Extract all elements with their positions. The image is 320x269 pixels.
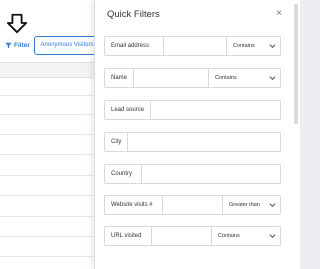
table-row[interactable] xyxy=(0,96,94,115)
lead-source-input[interactable] xyxy=(150,101,281,119)
filter-label-city: City xyxy=(111,139,122,145)
country-input[interactable] xyxy=(141,165,281,183)
email-address-input[interactable] xyxy=(163,37,226,55)
chevron-down-icon xyxy=(269,76,276,81)
filter-label-website-visits: Website visits # xyxy=(111,202,153,208)
website-visits-operator-value: Greater than xyxy=(229,202,260,208)
name-input[interactable] xyxy=(133,69,208,87)
table-row[interactable] xyxy=(0,135,94,155)
panel-scrollbar[interactable] xyxy=(294,4,298,124)
filter-label-country: Country xyxy=(111,171,133,177)
chevron-down-icon xyxy=(269,234,276,239)
table-row[interactable] xyxy=(0,217,94,237)
city-input[interactable] xyxy=(127,133,281,151)
filter-label-email-address: Email address xyxy=(111,43,150,49)
anonymous-visitors-button[interactable]: Anonymous Visitors xyxy=(34,36,100,55)
chevron-down-icon xyxy=(269,44,276,49)
panel-title: Quick Filters xyxy=(107,9,160,20)
table-row[interactable] xyxy=(0,237,94,257)
filter-label: Filter xyxy=(14,41,30,49)
website-visits-input[interactable] xyxy=(162,196,222,214)
table-row[interactable] xyxy=(0,176,94,196)
filter-row-city: City xyxy=(104,132,281,152)
filter-row-url-visited: URL visited Contains xyxy=(104,226,281,246)
filter-row-country: Country xyxy=(104,164,281,184)
table-header xyxy=(0,62,94,78)
filter-row-lead-source: Lead source xyxy=(104,100,281,120)
quick-filters-panel: Quick Filters × Email address Contains N… xyxy=(94,0,300,269)
table-row[interactable] xyxy=(0,115,94,135)
filter-label-lead-source: Lead source xyxy=(111,107,145,113)
filter-row-website-visits: Website visits # Greater than xyxy=(104,195,281,215)
filter-funnel-icon xyxy=(5,42,12,48)
table-row[interactable] xyxy=(0,196,94,217)
url-visited-input[interactable] xyxy=(151,227,211,245)
arrow-down-icon xyxy=(6,13,28,34)
filter-row-name: Name Contains xyxy=(104,68,281,88)
table-row[interactable] xyxy=(0,155,94,176)
chevron-down-icon xyxy=(269,203,276,208)
close-icon[interactable]: × xyxy=(275,9,283,19)
filter-button[interactable]: Filter xyxy=(5,39,30,51)
name-operator-value: Contains xyxy=(215,75,237,81)
email-address-operator-value: Contains xyxy=(233,43,255,49)
filter-label-url-visited: URL visited xyxy=(111,233,142,239)
table-row[interactable] xyxy=(0,78,94,96)
url-visited-operator-value: Contains xyxy=(218,233,240,239)
filter-label-name: Name xyxy=(111,75,128,81)
filter-row-email-address: Email address Contains xyxy=(104,36,281,56)
